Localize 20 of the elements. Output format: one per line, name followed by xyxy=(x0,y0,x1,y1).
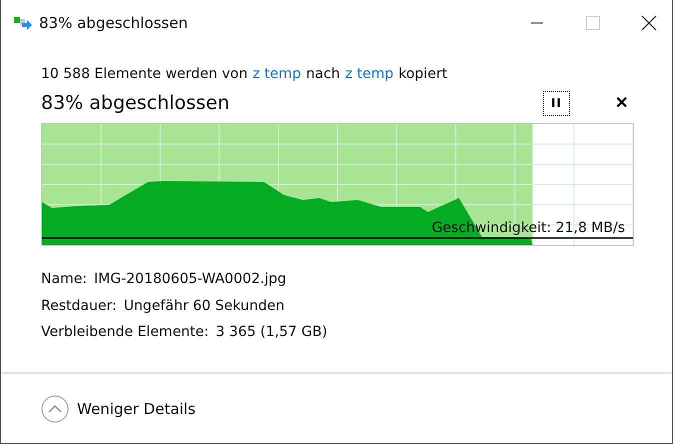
summary-text: nach xyxy=(306,66,340,82)
detail-value: Ungefähr 60 Sekunden xyxy=(124,296,284,316)
summary-text: 10 588 Elemente werden von xyxy=(41,66,248,82)
maximize-icon xyxy=(586,16,600,30)
close-icon xyxy=(641,15,657,31)
detail-value: 3 365 (1,57 GB) xyxy=(216,323,328,342)
detail-value: IMG-20180605-WA0002.jpg xyxy=(94,270,286,289)
detail-label: Verbleibende Elemente: xyxy=(41,323,209,342)
pause-button[interactable]: II xyxy=(543,90,570,116)
window-title: 83% abgeschlossen xyxy=(39,14,188,32)
detail-label: Name: xyxy=(41,270,88,289)
details-toggle[interactable]: Weniger Details xyxy=(41,394,196,422)
chevron-icon xyxy=(41,394,69,422)
detail-label: Restdauer: xyxy=(41,296,117,316)
summary-text: kopiert xyxy=(398,66,448,82)
folder-link[interactable]: z temp xyxy=(252,66,302,82)
file-copy-icon xyxy=(13,15,33,31)
folder-link[interactable]: z temp xyxy=(345,66,394,82)
progress-heading: 83% abgeschlossen xyxy=(41,92,230,114)
cancel-button[interactable]: ✕ xyxy=(615,93,628,113)
